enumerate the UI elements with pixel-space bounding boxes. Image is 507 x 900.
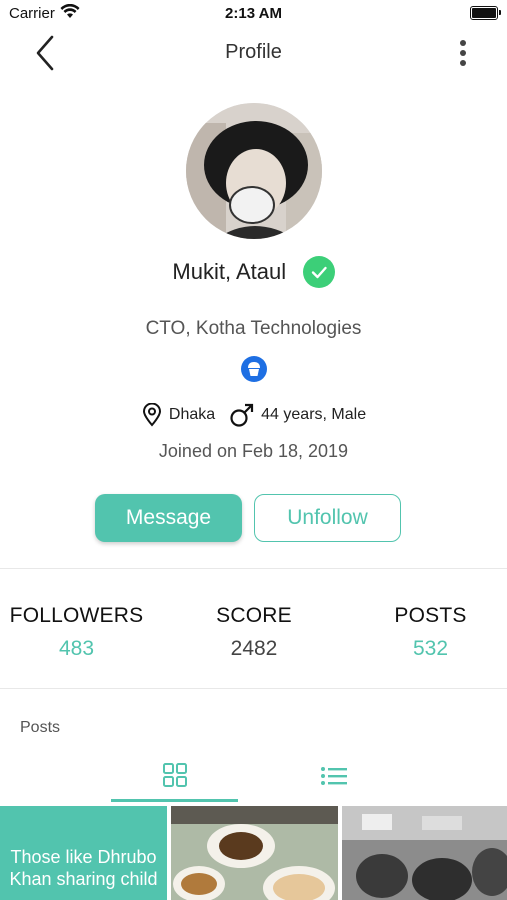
status-time: 2:13 AM <box>225 5 282 22</box>
followers-stat[interactable]: FOLLOWERS 483 <box>0 604 153 661</box>
list-icon <box>320 767 347 785</box>
profile-meta: Dhaka 44 years, Male <box>0 402 507 428</box>
followers-label: FOLLOWERS <box>9 604 144 627</box>
location-icon <box>142 403 161 427</box>
more-options-button[interactable] <box>443 36 483 70</box>
avatar[interactable] <box>186 103 322 239</box>
profile-name: Mukit, Ataul <box>172 259 287 284</box>
male-icon <box>230 403 254 427</box>
grid-icon <box>162 762 187 787</box>
post-image <box>171 806 338 900</box>
navigation-bar: Profile <box>0 28 507 78</box>
cupcake-icon <box>248 362 260 376</box>
avatar-image <box>186 103 322 239</box>
badge-icon <box>241 356 267 382</box>
profile-stats: FOLLOWERS 483 SCORE 2482 POSTS 532 <box>0 604 507 664</box>
post-tile[interactable] <box>342 806 507 900</box>
profile-name-row: Mukit, Ataul <box>0 256 507 288</box>
joined-date: Joined on Feb 18, 2019 <box>158 441 349 461</box>
posts-label: POSTS <box>394 604 467 627</box>
profile-job-title: CTO, Kotha Technologies <box>145 318 362 339</box>
score-label: SCORE <box>216 604 292 627</box>
status-bar: Carrier 2:13 AM <box>0 0 507 28</box>
location-text: Dhaka <box>168 406 216 423</box>
tab-grid-view[interactable] <box>111 750 238 802</box>
followers-value: 483 <box>58 637 95 660</box>
age-gender-text: 44 years, Male <box>261 406 367 423</box>
posts-value: 532 <box>412 637 449 660</box>
verified-badge <box>302 256 335 288</box>
posts-stat[interactable]: POSTS 532 <box>354 604 507 661</box>
post-tile[interactable]: Those like Dhrubo Khan sharing child <box>0 806 167 900</box>
post-tile-text: Those like Dhrubo Khan sharing child <box>9 847 158 889</box>
check-icon <box>311 266 327 279</box>
page-title: Profile <box>225 41 282 63</box>
divider <box>0 688 507 689</box>
score-stat: SCORE 2482 <box>177 604 331 661</box>
score-value: 2482 <box>230 637 278 660</box>
more-icon <box>460 40 466 46</box>
divider <box>0 568 507 569</box>
tab-list-view[interactable] <box>270 750 397 802</box>
message-button[interactable]: Message <box>95 494 242 542</box>
unfollow-button[interactable]: Unfollow <box>254 494 401 542</box>
battery-icon <box>470 6 501 20</box>
post-image <box>342 806 507 900</box>
post-tile[interactable] <box>171 806 338 900</box>
posts-section-label: Posts <box>20 719 61 736</box>
